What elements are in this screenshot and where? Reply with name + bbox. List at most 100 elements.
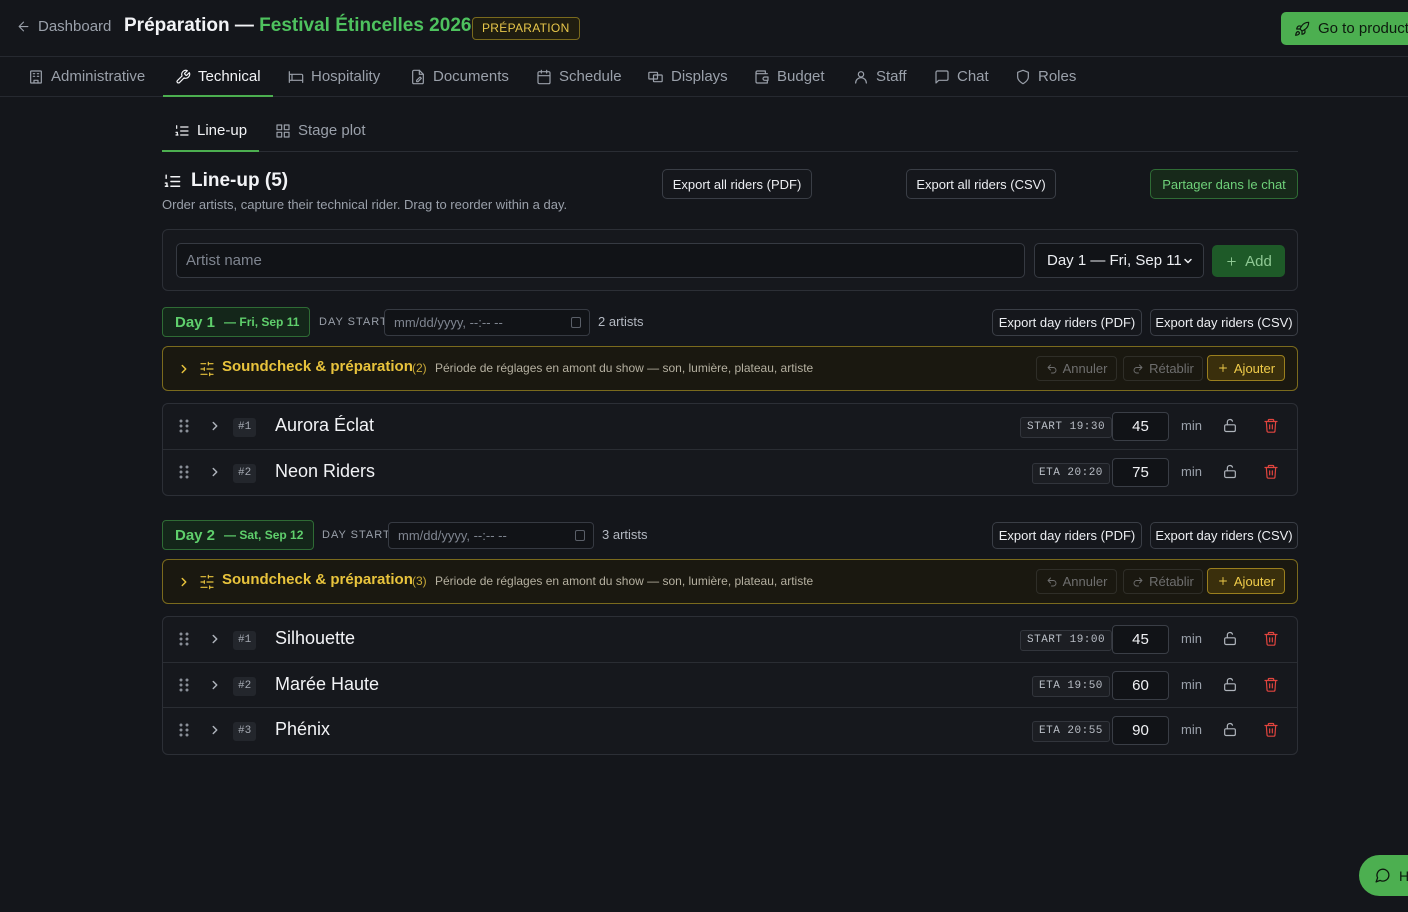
- tab-technical[interactable]: Technical: [163, 57, 273, 97]
- artist-number: #3: [233, 722, 257, 741]
- message-circle-icon: [1375, 868, 1390, 883]
- chevron-right-icon[interactable]: [208, 419, 222, 433]
- redo-button[interactable]: Rétablir: [1123, 356, 1203, 381]
- artist-row: #3 Phénix ETA 20:55 90 min: [163, 708, 1297, 754]
- lineup-title-text: Line-up (5): [191, 170, 289, 191]
- artist-row: #1 Aurora Éclat START 19:30 45 min: [163, 404, 1297, 450]
- add-soundcheck-button[interactable]: Ajouter: [1207, 355, 1285, 381]
- subtab-lineup[interactable]: Line-up: [161, 110, 260, 152]
- chevron-right-icon[interactable]: [208, 723, 222, 737]
- arrow-left-icon: [18, 21, 29, 32]
- artist-name-input[interactable]: [176, 243, 1025, 278]
- artist-row: #2 Marée Haute ETA 19:50 60 min: [163, 663, 1297, 708]
- duration-input[interactable]: 75: [1112, 457, 1169, 487]
- export-day-1-riders-pdf-button[interactable]: Export day riders (PDF): [992, 309, 1142, 336]
- artist-time-tag: ETA 20:55: [1032, 721, 1110, 742]
- subtab-label: Stage plot: [298, 122, 366, 139]
- trash-icon[interactable]: [1263, 676, 1279, 693]
- phase-badge: PRÉPARATION: [472, 17, 580, 40]
- shield-icon: [1017, 69, 1029, 84]
- tab-administrative[interactable]: Administrative: [28, 57, 145, 96]
- day-2-start-input[interactable]: mm/dd/yyyy, --:-- --: [388, 522, 594, 549]
- redo-button[interactable]: Rétablir: [1123, 569, 1203, 594]
- plus-icon: [1227, 256, 1236, 266]
- export-day-2-riders-pdf-button[interactable]: Export day riders (PDF): [992, 522, 1142, 549]
- day-start-placeholder: mm/dd/yyyy, --:-- --: [394, 315, 503, 330]
- soundcheck-count: (2): [412, 361, 427, 375]
- export-day-1-riders-csv-button[interactable]: Export day riders (CSV): [1150, 309, 1298, 336]
- duration-unit: min: [1181, 676, 1202, 692]
- top-bar: Dashboard Préparation — Festival Étincel…: [0, 0, 1408, 57]
- duration-unit: min: [1181, 463, 1202, 479]
- trash-icon[interactable]: [1263, 463, 1279, 480]
- tab-schedule[interactable]: Schedule: [536, 57, 622, 96]
- export-day-2-riders-csv-button[interactable]: Export day riders (CSV): [1150, 522, 1298, 549]
- tab-label: Staff: [876, 68, 907, 85]
- tab-hospitality[interactable]: Hospitality: [288, 57, 380, 96]
- unlock-icon[interactable]: [1222, 676, 1238, 693]
- add-soundcheck-button[interactable]: Ajouter: [1207, 568, 1285, 594]
- duration-input[interactable]: 45: [1112, 412, 1169, 441]
- tab-chat[interactable]: Chat: [934, 57, 989, 96]
- artist-name: Neon Riders: [275, 460, 376, 481]
- building-icon: [30, 69, 42, 84]
- share-in-chat-button[interactable]: Partager dans le chat: [1150, 169, 1298, 199]
- unlock-icon[interactable]: [1222, 417, 1238, 434]
- plus-icon: [1218, 364, 1227, 372]
- tab-displays[interactable]: Displays: [647, 57, 728, 96]
- artist-name: Silhouette: [275, 628, 356, 648]
- unlock-icon[interactable]: [1222, 721, 1238, 738]
- tab-budget[interactable]: Budget: [754, 57, 825, 96]
- soundcheck-description: Période de réglages en amont du show — s…: [435, 361, 814, 375]
- tab-staff[interactable]: Staff: [853, 57, 907, 96]
- day-start-label: DAY START: [319, 316, 388, 328]
- chevron-right-icon[interactable]: [208, 632, 222, 646]
- drag-handle-icon[interactable]: [179, 723, 189, 737]
- drag-handle-icon[interactable]: [179, 419, 189, 433]
- artist-name: Aurora Éclat: [275, 415, 375, 435]
- trash-icon[interactable]: [1263, 721, 1279, 738]
- add-artist-button[interactable]: Add: [1212, 245, 1285, 277]
- drag-handle-icon[interactable]: [179, 632, 189, 646]
- export-all-riders-csv-button[interactable]: Export all riders (CSV): [906, 169, 1056, 199]
- drag-handle-icon[interactable]: [179, 678, 189, 692]
- artist-number: #2: [233, 676, 257, 696]
- chevron-right-icon[interactable]: [177, 575, 191, 589]
- duration-unit: min: [1181, 418, 1202, 433]
- day-1-label: Day 1 — Fri, Sep 11: [162, 307, 310, 337]
- trash-icon[interactable]: [1263, 417, 1279, 434]
- chevron-right-icon[interactable]: [208, 678, 222, 692]
- duration-input[interactable]: 60: [1112, 670, 1169, 700]
- day-1-soundcheck-panel: Soundcheck & préparation (2) Période de …: [162, 346, 1298, 391]
- back-label: Dashboard: [38, 18, 112, 35]
- day-name: Day 1: [175, 313, 216, 331]
- duration-input[interactable]: 90: [1112, 716, 1169, 745]
- export-all-riders-pdf-button[interactable]: Export all riders (PDF): [662, 169, 812, 199]
- day-2-label: Day 2 — Sat, Sep 12: [162, 520, 314, 550]
- trash-icon[interactable]: [1263, 630, 1279, 647]
- duration-input[interactable]: 45: [1112, 625, 1169, 654]
- day-select[interactable]: Day 1 — Fri, Sep 11: [1034, 243, 1204, 278]
- rocket-icon: [1295, 21, 1310, 36]
- unlock-icon[interactable]: [1222, 463, 1238, 480]
- artist-number: #2: [233, 463, 257, 483]
- ajouter-label: Ajouter: [1233, 573, 1276, 589]
- unlock-icon[interactable]: [1222, 630, 1238, 647]
- undo-button[interactable]: Annuler: [1036, 569, 1117, 594]
- tab-roles[interactable]: Roles: [1015, 57, 1076, 96]
- go-to-production-button[interactable]: Go to product: [1281, 12, 1408, 45]
- chevron-right-icon[interactable]: [208, 465, 222, 479]
- drag-handle-icon[interactable]: [179, 465, 189, 479]
- calendar-icon: [571, 317, 581, 328]
- back-to-dashboard-link[interactable]: Dashboard: [16, 18, 111, 35]
- day-1-start-input[interactable]: mm/dd/yyyy, --:-- --: [384, 309, 590, 336]
- chevron-right-icon[interactable]: [177, 362, 191, 376]
- bed-icon: [288, 70, 304, 83]
- day-start-label: DAY START: [322, 529, 391, 541]
- tab-documents[interactable]: Documents: [410, 57, 509, 96]
- help-chat-button[interactable]: H: [1359, 855, 1408, 896]
- day-select-value: Day 1 — Fri, Sep 11: [1047, 252, 1182, 269]
- subtab-stage-plot[interactable]: Stage plot: [275, 110, 366, 151]
- day-2-artist-count: 3 artists: [602, 527, 648, 542]
- undo-button[interactable]: Annuler: [1036, 356, 1117, 381]
